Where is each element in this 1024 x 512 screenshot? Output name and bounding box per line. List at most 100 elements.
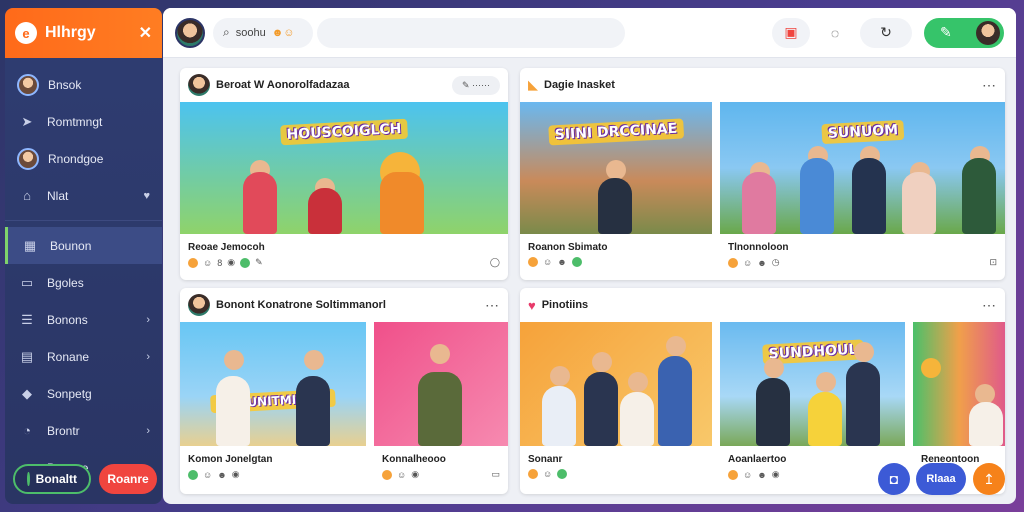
sidebar-item-label: Ronane [47,349,90,364]
chevron-right-icon[interactable]: › [146,314,150,326]
sidebar-item-5[interactable]: ▭ Bgoles [5,264,162,301]
edit-button[interactable]: ✎ [924,17,1004,48]
main-panel: ⌕ soohu ☻☺ ▣ ◌ ↻ ✎ Beroat W Aonorolfadaz… [163,8,1016,504]
share-icon[interactable] [571,257,582,267]
chevron-right-icon[interactable]: › [146,425,150,437]
reaction-glyph: ☻ [757,257,767,268]
tile-row: SIINI DRCCINAE Roanon Sbimato ☺ ☻ SUNUOM [520,102,1005,268]
divider [5,220,162,221]
sidebar-right-button[interactable]: Roanre [99,464,157,494]
sidebar-item-label: Bnsok [48,77,82,92]
media-tile[interactable]: SUNUOM Tlnonnoloon ☺ ☻ ◷ ⊡ [720,102,1005,268]
house-icon: ⌂ [23,188,31,203]
card-title: Beroat W Aonorolfadazaa [216,79,350,91]
card-title: Bonont Konatrone Soltimmanorl [216,299,386,311]
edit-icon[interactable]: ✎ [255,257,263,268]
post-card[interactable]: Beroat W Aonorolfadazaa ✎ ⋯⋯ HOUSCOIGLCH… [180,68,508,280]
tile-row: KOMUNITMITASE Komon Jonelgtan ☺ ☻ ◉ Konn… [180,322,508,480]
sidebar-item-0[interactable]: Bnsok [5,66,162,103]
avatar [17,73,39,96]
card-title: Pinotiins [541,299,589,311]
more-icon[interactable]: ⋯ [982,77,997,94]
card-title: Dagie Inasket [544,79,615,91]
sidebar-item-label: Rnondgoe [48,151,104,166]
thumbnail-banner: SUNUOM [820,119,905,145]
share-icon[interactable] [557,469,568,479]
sidebar-left-button-label: Bonaltt [35,472,77,486]
media-tile[interactable]: Reneontoon [913,322,1005,480]
pin-icon: ➤ [21,113,33,129]
tile-title: Reoae Jemocoh [188,242,265,253]
card-header: ♥ Pinotiins ⋯ [520,288,1005,322]
card-header: Beroat W Aonorolfadazaa ✎ ⋯⋯ [180,68,508,102]
media-tile[interactable]: SUNDHOUL Aoanlaertoo ☺ ☻ ◉ [720,322,905,480]
floating-pill-button[interactable]: Rlaaa [916,463,966,495]
grid-icon: ▦ [23,237,37,253]
share-icon[interactable] [240,257,251,268]
card-action-button[interactable]: ✎ ⋯⋯ [451,75,500,95]
tile-title: Aoanlaertoo [728,454,787,465]
avatar [17,147,39,170]
reaction-icon [528,257,538,267]
tile-title: Roanon Sbimato [528,242,608,253]
chat-icon[interactable]: ◌ [822,18,848,48]
sidebar-item-label: Bounon [50,238,92,253]
sidebar: e Hlhrgy ✕ Bnsok ➤ Romtmngt Rnondgoe ⌂ N… [5,8,162,504]
floating-action-button[interactable]: ◘ [878,463,910,495]
more-icon[interactable]: ⋯ [982,297,997,314]
reaction-glyph: ☻ [557,257,567,267]
reaction-icon [728,469,738,480]
media-tile[interactable]: SIINI DRCCINAE Roanon Sbimato ☺ ☻ [520,102,712,268]
share-button[interactable]: ↻ [860,17,912,48]
floating-action-button-orange[interactable]: ↥ [973,463,1005,495]
user-avatar[interactable] [175,17,205,48]
notification-button[interactable]: ▣ [772,17,810,48]
sidebar-item-6[interactable]: ☰ Bonons › [5,301,162,338]
chevron-right-icon[interactable]: › [146,351,150,363]
comment-icon[interactable]: ◉ [411,469,419,480]
sidebar-actions: Bonaltt Roanre [13,464,157,494]
close-icon[interactable]: ✕ [139,23,152,43]
more-icon[interactable]: ◯ [490,257,500,268]
media-tile[interactable]: Sonanr ☺ [520,322,712,480]
sidebar-left-button[interactable]: Bonaltt [13,464,91,494]
comment-icon[interactable]: ◉ [232,469,240,480]
sidebar-item-3[interactable]: ⌂ Nlat ♥ [5,177,162,214]
media-tile[interactable]: Konnalheooo ☺ ◉ ▭ [374,322,508,480]
thumbnail-image: SUNDHOUL [720,322,905,446]
thumbnail-image [374,322,508,446]
avatar [976,20,1000,45]
reaction-glyph: ☺ [543,469,553,479]
share-box-icon[interactable]: ▭ [491,469,500,480]
thumbnail-image: KOMUNITMITASE [180,322,366,446]
sidebar-item-1[interactable]: ➤ Romtmngt [5,103,162,140]
search-input[interactable]: ⌕ soohu ☻☺ [213,17,313,48]
sidebar-item-8[interactable]: ◆ Sonpetg [5,375,162,412]
post-card[interactable]: ◣ Dagie Inasket ⋯ SIINI DRCCINAE Roanon … [520,68,1005,280]
reaction-icon [728,257,738,268]
search-field-extension[interactable] [317,17,625,48]
media-tile[interactable]: KOMUNITMITASE Komon Jonelgtan ☺ ☻ ◉ [180,322,366,480]
monitor-icon: ▭ [20,274,34,290]
sidebar-item-4[interactable]: ▦ Bounon [5,227,162,264]
sidebar-item-2[interactable]: Rnondgoe [5,140,162,177]
card-icon: ▤ [20,348,34,364]
comment-icon[interactable]: ◉ [772,469,780,480]
comment-icon[interactable]: ◉ [227,257,235,268]
sidebar-item-label: Nlat [47,188,69,203]
pencil-icon: ✎ [940,24,952,40]
list-icon: ☰ [21,311,33,327]
app-name: Hlhrgy [45,24,96,41]
share-box-icon[interactable]: ⊡ [989,257,997,268]
sidebar-item-7[interactable]: ▤ Ronane › [5,338,162,375]
heart-icon[interactable]: ♥ [143,190,150,202]
emoji-icon: ☻☺ [271,26,295,39]
media-tile[interactable]: HOUSCOIGLCH Reoae Jemocoh ☺ 8 ◉ ✎ ◯ [180,102,508,268]
clock-icon[interactable]: ◷ [772,257,780,268]
more-icon[interactable]: ⋯ [485,297,500,314]
post-card[interactable]: Bonont Konatrone Soltimmanorl ⋯ KOMUNITM… [180,288,508,494]
shield-icon: ◆ [22,385,32,401]
sidebar-item-9[interactable]: ◔ Brontr › [5,412,162,449]
thumbnail-image [913,322,1005,446]
megaphone-icon: ◣ [528,77,538,92]
